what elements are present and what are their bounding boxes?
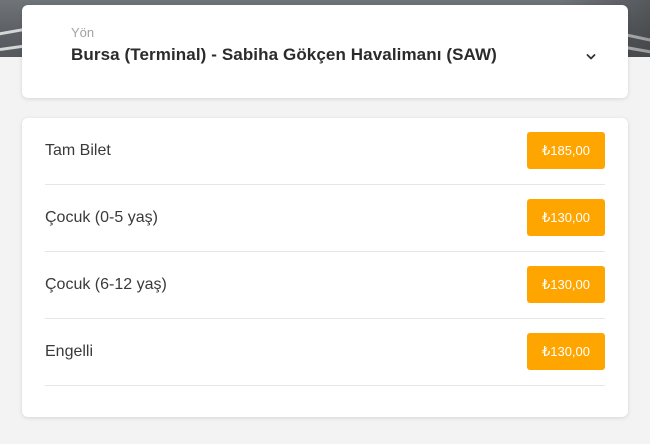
price-button[interactable]: ₺130,00 <box>527 266 605 303</box>
price-row-label: Çocuk (6-12 yaş) <box>45 276 167 293</box>
price-list: Tam Bilet ₺185,00 Çocuk (0-5 yaş) ₺130,0… <box>22 118 628 417</box>
price-row-label: Tam Bilet <box>45 142 111 159</box>
price-row-label: Engelli <box>45 343 94 360</box>
route-label: Yön <box>71 25 95 40</box>
price-row-tam-bilet: Tam Bilet ₺185,00 <box>45 118 605 185</box>
price-button[interactable]: ₺130,00 <box>527 333 605 370</box>
price-row-label: Çocuk (0-5 yaş) <box>45 209 158 226</box>
chevron-down-icon[interactable] <box>586 49 596 60</box>
price-row-engelli: Engelli ₺130,00 <box>45 319 605 386</box>
route-selected-value[interactable]: Bursa (Terminal) - Sabiha Gökçen Havalim… <box>71 45 497 65</box>
price-button[interactable]: ₺130,00 <box>527 199 605 236</box>
price-row-cocuk-6-12: Çocuk (6-12 yaş) ₺130,00 <box>45 252 605 319</box>
price-row-cocuk-0-5: Çocuk (0-5 yaş) ₺130,00 <box>45 185 605 252</box>
price-button[interactable]: ₺185,00 <box>527 132 605 169</box>
route-select[interactable]: Yön Bursa (Terminal) - Sabiha Gökçen Hav… <box>22 5 628 98</box>
